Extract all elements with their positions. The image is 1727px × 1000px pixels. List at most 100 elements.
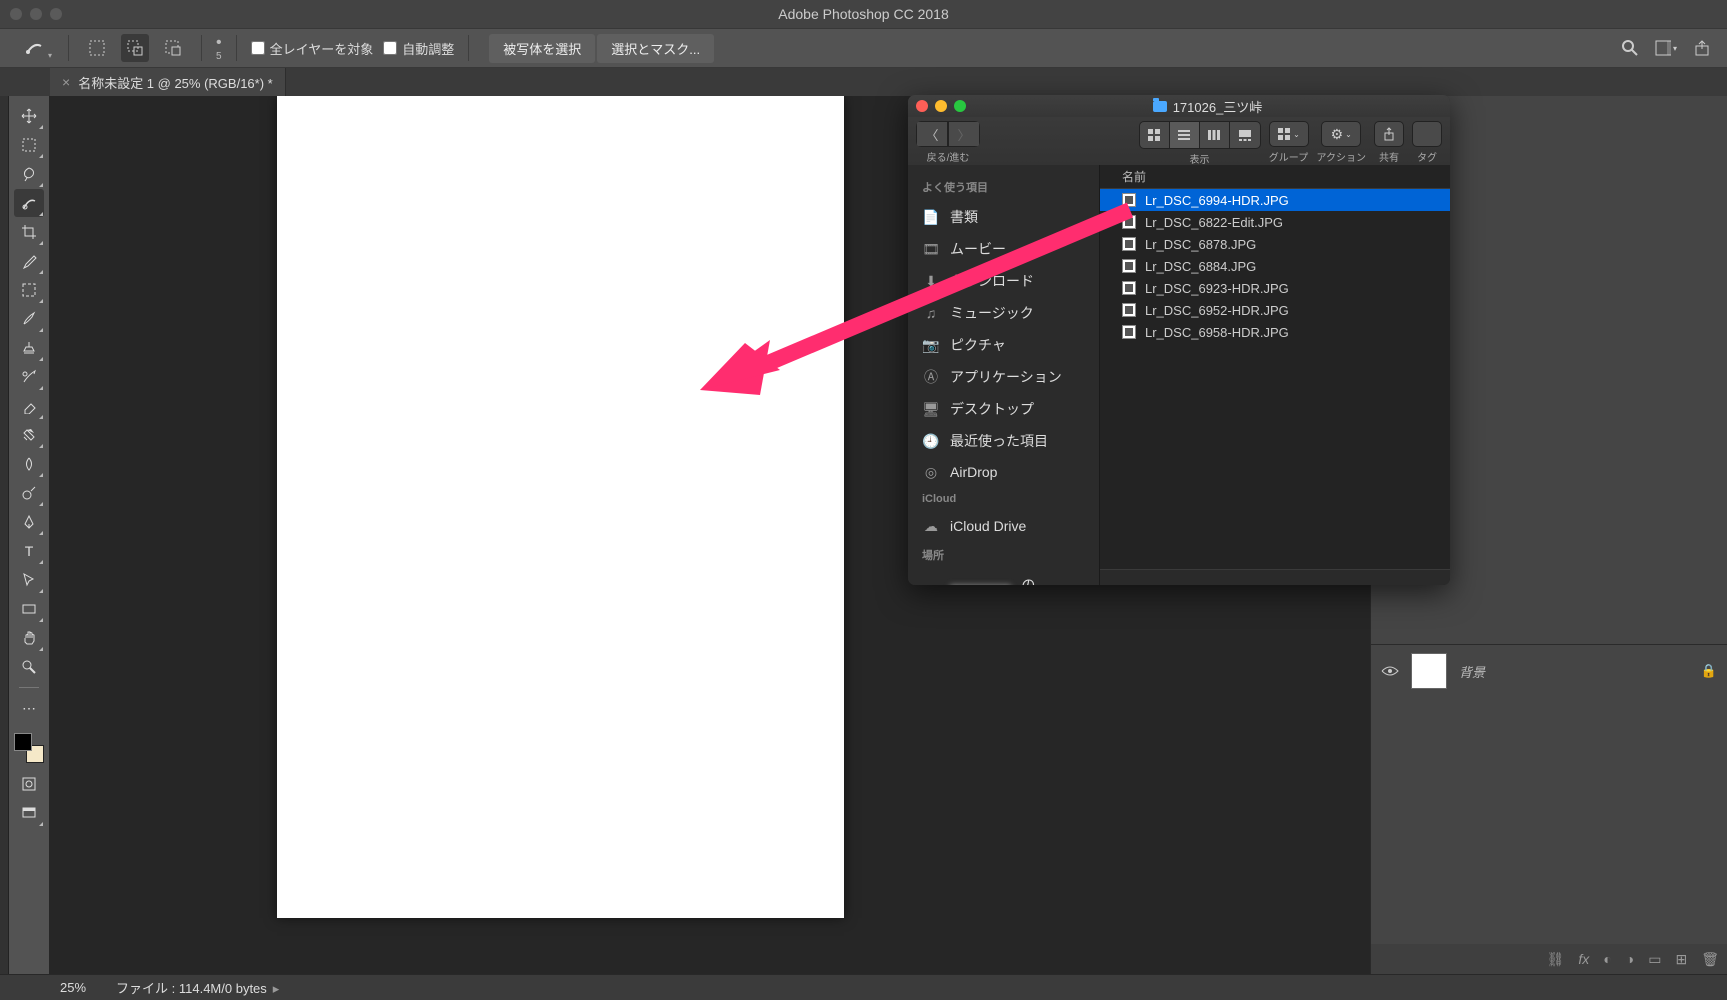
share-button[interactable] xyxy=(1374,121,1404,147)
path-select-tool[interactable] xyxy=(14,566,44,594)
panel-collapse[interactable] xyxy=(0,96,9,974)
file-icon xyxy=(1122,193,1136,207)
desk-icon: 🖥 xyxy=(922,400,940,418)
frame-tool[interactable] xyxy=(14,276,44,304)
workspace-icon[interactable]: ▾ xyxy=(1655,37,1677,59)
finder-titlebar[interactable]: 171026_三ツ峠 xyxy=(908,95,1450,117)
window-zoom-icon[interactable] xyxy=(50,8,62,20)
eraser-tool[interactable] xyxy=(14,392,44,420)
delete-layer-icon[interactable]: 🗑 xyxy=(1701,951,1719,968)
quick-mask-icon[interactable] xyxy=(14,770,44,798)
file-row[interactable]: Lr_DSC_6994-HDR.JPG xyxy=(1100,189,1450,211)
finder-close-icon[interactable] xyxy=(916,100,928,112)
edit-toolbar[interactable]: ⋯ xyxy=(14,694,44,722)
sidebar-item-icloud-drive[interactable]: ☁iCloud Drive xyxy=(908,511,1099,541)
view-mode-selector[interactable] xyxy=(1139,121,1261,149)
eyedropper-tool[interactable] xyxy=(14,247,44,275)
brush-size[interactable]: •5 xyxy=(216,34,222,63)
file-row[interactable]: Lr_DSC_6958-HDR.JPG xyxy=(1100,321,1450,343)
new-selection-icon[interactable] xyxy=(83,34,111,62)
file-row[interactable]: Lr_DSC_6952-HDR.JPG xyxy=(1100,299,1450,321)
forward-button[interactable]: 〉 xyxy=(948,121,980,147)
list-view-icon[interactable] xyxy=(1170,122,1200,148)
sample-all-layers-checkbox[interactable]: 全レイヤーを対象 xyxy=(251,39,374,58)
subtract-selection-icon[interactable] xyxy=(159,34,187,62)
history-brush-tool[interactable] xyxy=(14,363,44,391)
search-icon[interactable] xyxy=(1619,37,1641,59)
sidebar-item-air[interactable]: ◎AirDrop xyxy=(908,457,1099,487)
stamp-tool[interactable] xyxy=(14,334,44,362)
finder-window[interactable]: 171026_三ツ峠 〈 〉 戻る/進む 表示 ⌄ グループ ⚙⌄ アクショ xyxy=(908,95,1450,585)
select-subject-button[interactable]: 被写体を選択 xyxy=(489,34,595,63)
sidebar-item-clock[interactable]: 🕘最近使った項目 xyxy=(908,425,1099,457)
pen-tool[interactable] xyxy=(14,508,44,536)
window-close-icon[interactable] xyxy=(10,8,22,20)
layer-fx-icon[interactable]: fx xyxy=(1578,951,1589,967)
current-tool-icon[interactable] xyxy=(14,34,54,62)
type-tool[interactable]: T xyxy=(14,537,44,565)
layer-thumbnail[interactable] xyxy=(1411,653,1447,689)
file-icon xyxy=(1122,237,1136,251)
adjustment-icon[interactable]: ◑ xyxy=(1626,951,1634,967)
quick-selection-tool[interactable] xyxy=(14,189,44,217)
blur-tool[interactable] xyxy=(14,450,44,478)
file-row[interactable]: Lr_DSC_6884.JPG xyxy=(1100,255,1450,277)
group-icon[interactable]: ▭ xyxy=(1648,951,1661,968)
screen-mode-icon[interactable] xyxy=(14,799,44,827)
close-tab-icon[interactable]: × xyxy=(62,74,70,90)
sidebar-item-doc[interactable]: 📄書類 xyxy=(908,201,1099,233)
sidebar-item-film[interactable]: 🎞ムービー xyxy=(908,233,1099,265)
hand-tool[interactable] xyxy=(14,624,44,652)
share-icon[interactable] xyxy=(1691,37,1713,59)
title-bar: Adobe Photoshop CC 2018 xyxy=(0,0,1727,28)
file-row[interactable]: Lr_DSC_6878.JPG xyxy=(1100,233,1450,255)
doc-icon: 📄 xyxy=(922,208,940,226)
color-swatches[interactable] xyxy=(14,733,44,763)
sidebar-item-computer[interactable]: 💻XXXX の MacB... xyxy=(908,569,1099,585)
sidebar-item-desk[interactable]: 🖥デスクトップ xyxy=(908,393,1099,425)
horizontal-scrollbar[interactable] xyxy=(1100,569,1450,585)
add-selection-icon[interactable] xyxy=(121,34,149,62)
zoom-level[interactable]: 25% xyxy=(60,980,86,995)
document-canvas[interactable] xyxy=(277,96,844,918)
group-button[interactable]: ⌄ xyxy=(1269,121,1309,147)
app-title: Adobe Photoshop CC 2018 xyxy=(0,6,1727,22)
sidebar-item-pic[interactable]: 📷ピクチャ xyxy=(908,329,1099,361)
tags-button[interactable] xyxy=(1412,121,1442,147)
layer-row[interactable]: 背景 🔒 xyxy=(1371,645,1727,697)
file-row[interactable]: Lr_DSC_6923-HDR.JPG xyxy=(1100,277,1450,299)
icon-view-icon[interactable] xyxy=(1140,122,1170,148)
finder-minimize-icon[interactable] xyxy=(935,100,947,112)
auto-enhance-checkbox[interactable]: 自動調整 xyxy=(383,39,454,58)
crop-tool[interactable] xyxy=(14,218,44,246)
column-view-icon[interactable] xyxy=(1200,122,1230,148)
visibility-icon[interactable] xyxy=(1381,662,1399,680)
zoom-tool[interactable] xyxy=(14,653,44,681)
gallery-view-icon[interactable] xyxy=(1230,122,1260,148)
finder-zoom-icon[interactable] xyxy=(954,100,966,112)
sidebar-item-music[interactable]: ♫ミュージック xyxy=(908,297,1099,329)
brush-tool[interactable] xyxy=(14,305,44,333)
gradient-tool[interactable] xyxy=(14,421,44,449)
back-button[interactable]: 〈 xyxy=(916,121,948,147)
shape-tool[interactable] xyxy=(14,595,44,623)
file-row[interactable]: Lr_DSC_6822-Edit.JPG xyxy=(1100,211,1450,233)
sidebar-item-app[interactable]: Ⓐアプリケーション xyxy=(908,361,1099,393)
marquee-tool[interactable] xyxy=(14,131,44,159)
link-layers-icon[interactable]: ⛓ xyxy=(1547,951,1565,968)
file-info[interactable]: ファイル : 114.4M/0 bytes▸ xyxy=(116,978,279,997)
lock-icon[interactable]: 🔒 xyxy=(1701,663,1717,679)
move-tool[interactable] xyxy=(14,102,44,130)
status-bar: 25% ファイル : 114.4M/0 bytes▸ xyxy=(0,974,1727,1000)
document-tabs: × 名称未設定 1 @ 25% (RGB/16*) * xyxy=(0,68,1727,96)
lasso-tool[interactable] xyxy=(14,160,44,188)
layer-mask-icon[interactable]: ◐ xyxy=(1603,951,1611,967)
new-layer-icon[interactable]: ⊞ xyxy=(1675,951,1687,968)
document-tab[interactable]: × 名称未設定 1 @ 25% (RGB/16*) * xyxy=(50,68,286,96)
action-button[interactable]: ⚙⌄ xyxy=(1321,121,1361,147)
window-minimize-icon[interactable] xyxy=(30,8,42,20)
column-header-name[interactable]: 名前 xyxy=(1100,165,1450,189)
sidebar-item-down[interactable]: ⬇ダウンロード xyxy=(908,265,1099,297)
select-and-mask-button[interactable]: 選択とマスク... xyxy=(597,34,714,63)
dodge-tool[interactable] xyxy=(14,479,44,507)
